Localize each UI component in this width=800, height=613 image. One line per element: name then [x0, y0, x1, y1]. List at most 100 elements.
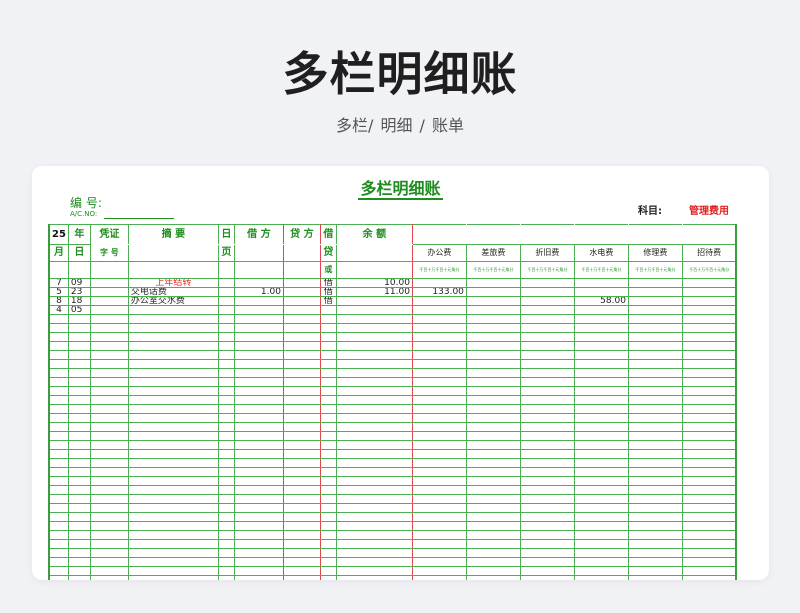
balance-cell[interactable]: 11.00	[335, 287, 413, 297]
category-amount-cell[interactable]	[627, 368, 683, 378]
page-cell[interactable]	[217, 377, 235, 387]
category-amount-cell[interactable]	[465, 350, 521, 360]
category-amount-cell[interactable]	[627, 431, 683, 441]
category-amount-cell[interactable]	[573, 305, 629, 315]
page-cell[interactable]	[217, 521, 235, 531]
category-amount-cell[interactable]	[519, 278, 575, 288]
debit-cell[interactable]	[233, 512, 284, 522]
page-cell[interactable]	[217, 476, 235, 486]
category-amount-cell[interactable]	[573, 476, 629, 486]
month-cell[interactable]	[47, 557, 69, 567]
category-amount-cell[interactable]	[681, 332, 738, 342]
category-amount-cell[interactable]	[627, 296, 683, 306]
category-amount-cell[interactable]	[411, 575, 467, 580]
category-amount-cell[interactable]	[411, 449, 467, 459]
balance-cell[interactable]	[335, 449, 413, 459]
summary-cell[interactable]	[127, 449, 219, 459]
day-cell[interactable]	[67, 521, 91, 531]
debit-cell[interactable]	[233, 521, 284, 531]
summary-cell[interactable]	[127, 440, 219, 450]
summary-cell[interactable]	[127, 314, 219, 324]
direction-cell[interactable]	[319, 494, 337, 504]
category-amount-cell[interactable]	[519, 395, 575, 405]
direction-cell[interactable]	[319, 467, 337, 477]
category-amount-cell[interactable]	[681, 566, 738, 576]
category-amount-cell[interactable]	[627, 458, 683, 468]
category-amount-cell[interactable]	[519, 449, 575, 459]
balance-cell[interactable]	[335, 422, 413, 432]
month-cell[interactable]	[47, 314, 69, 324]
balance-cell[interactable]	[335, 323, 413, 333]
category-amount-cell[interactable]	[465, 431, 521, 441]
voucher-cell[interactable]	[89, 512, 129, 522]
voucher-cell[interactable]	[89, 548, 129, 558]
category-amount-cell[interactable]	[573, 575, 629, 580]
summary-cell[interactable]	[127, 422, 219, 432]
category-amount-cell[interactable]	[681, 440, 738, 450]
category-amount-cell[interactable]	[681, 377, 738, 387]
category-amount-cell[interactable]	[627, 557, 683, 567]
credit-cell[interactable]	[282, 332, 321, 342]
category-amount-cell[interactable]	[411, 557, 467, 567]
credit-cell[interactable]	[282, 548, 321, 558]
balance-cell[interactable]	[335, 368, 413, 378]
direction-cell[interactable]	[319, 566, 337, 576]
summary-cell[interactable]	[127, 503, 219, 513]
debit-cell[interactable]	[233, 422, 284, 432]
category-amount-cell[interactable]	[411, 413, 467, 423]
category-amount-cell[interactable]	[519, 422, 575, 432]
balance-cell[interactable]: 10.00	[335, 278, 413, 288]
credit-cell[interactable]	[282, 395, 321, 405]
voucher-cell[interactable]	[89, 296, 129, 306]
credit-cell[interactable]	[282, 449, 321, 459]
day-cell[interactable]	[67, 404, 91, 414]
month-cell[interactable]: 5	[47, 287, 69, 297]
month-cell[interactable]	[47, 422, 69, 432]
voucher-cell[interactable]	[89, 494, 129, 504]
debit-cell[interactable]	[233, 404, 284, 414]
category-amount-cell[interactable]	[519, 548, 575, 558]
category-amount-cell[interactable]	[573, 557, 629, 567]
direction-cell[interactable]	[319, 485, 337, 495]
category-amount-cell[interactable]	[519, 539, 575, 549]
category-amount-cell[interactable]	[411, 386, 467, 396]
month-cell[interactable]	[47, 539, 69, 549]
category-amount-cell[interactable]	[465, 449, 521, 459]
summary-cell[interactable]	[127, 413, 219, 423]
day-cell[interactable]: 18	[67, 296, 91, 306]
direction-cell[interactable]	[319, 332, 337, 342]
direction-cell[interactable]	[319, 386, 337, 396]
direction-cell[interactable]	[319, 521, 337, 531]
category-amount-cell[interactable]	[681, 305, 738, 315]
debit-cell[interactable]	[233, 476, 284, 486]
month-cell[interactable]	[47, 467, 69, 477]
page-cell[interactable]	[217, 494, 235, 504]
balance-cell[interactable]	[335, 431, 413, 441]
category-amount-cell[interactable]	[411, 323, 467, 333]
voucher-cell[interactable]	[89, 287, 129, 297]
month-cell[interactable]	[47, 449, 69, 459]
category-amount-cell[interactable]	[465, 314, 521, 324]
day-cell[interactable]	[67, 503, 91, 513]
balance-cell[interactable]	[335, 458, 413, 468]
month-cell[interactable]	[47, 413, 69, 423]
category-amount-cell[interactable]	[411, 539, 467, 549]
category-amount-cell[interactable]	[627, 305, 683, 315]
credit-cell[interactable]	[282, 386, 321, 396]
day-cell[interactable]	[67, 431, 91, 441]
day-cell[interactable]	[67, 485, 91, 495]
summary-cell[interactable]	[127, 530, 219, 540]
credit-cell[interactable]	[282, 422, 321, 432]
summary-cell[interactable]	[127, 539, 219, 549]
day-cell[interactable]	[67, 449, 91, 459]
category-amount-cell[interactable]	[465, 548, 521, 558]
category-amount-cell[interactable]	[519, 476, 575, 486]
month-cell[interactable]	[47, 404, 69, 414]
day-cell[interactable]: 09	[67, 278, 91, 288]
day-cell[interactable]	[67, 314, 91, 324]
direction-cell[interactable]	[319, 377, 337, 387]
page-cell[interactable]	[217, 530, 235, 540]
day-cell[interactable]	[67, 440, 91, 450]
credit-cell[interactable]	[282, 485, 321, 495]
category-amount-cell[interactable]	[573, 278, 629, 288]
